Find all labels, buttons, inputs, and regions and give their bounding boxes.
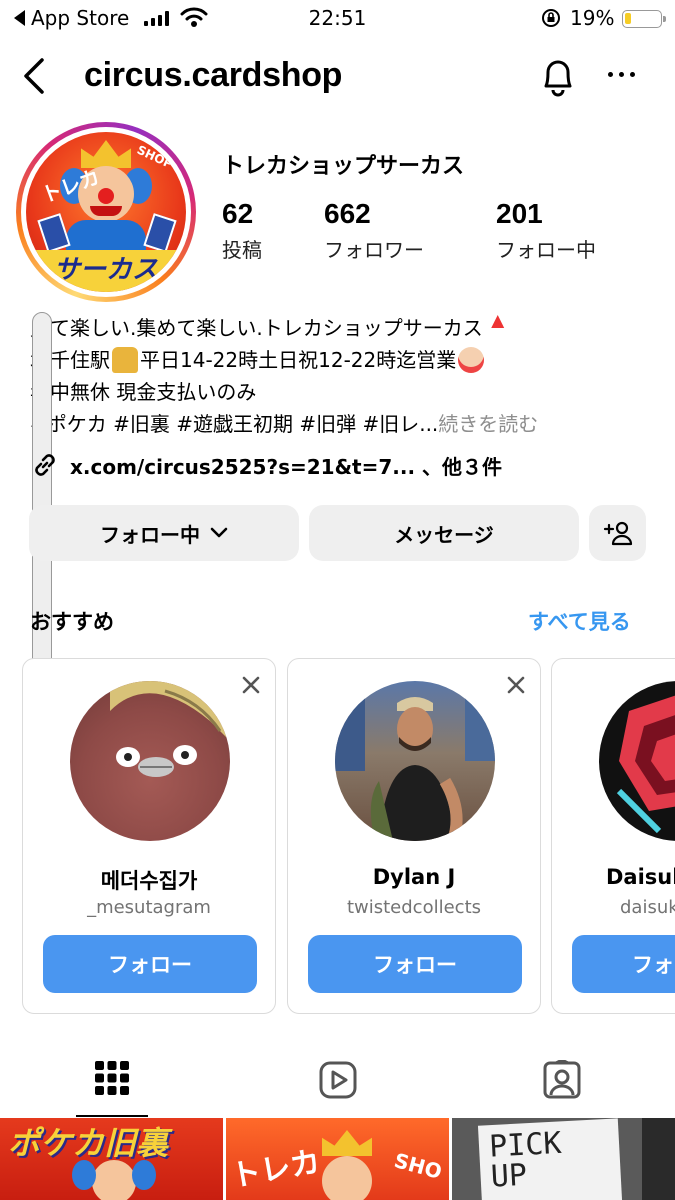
post-text: トレカ [228,1144,323,1195]
post-thumbnail[interactable]: ポケカ旧裏 [0,1118,223,1200]
bio-line-3: 年中無休 現金支払いのみ [30,380,257,404]
reels-icon[interactable] [318,1060,358,1100]
post-thumbnail[interactable]: トレカ SHO [226,1118,449,1200]
following-button[interactable]: フォロー中 [29,505,299,561]
more-icon[interactable] [608,72,635,77]
stat-value: 662 [324,198,371,229]
post-grid: ポケカ旧裏 トレカ SHO PICK UP [0,1118,675,1200]
display-name: トレカショップサーカス [222,154,465,179]
bio-line-4[interactable]: #ポケカ #旧裏 #遊戯王初期 #旧弾 #旧レ... [30,408,438,440]
stat-label: フォロワー [324,238,424,262]
close-icon[interactable] [241,675,261,695]
circus-tent-icon [484,315,511,341]
suggestion-handle: daisuk [620,897,675,918]
train-icon [112,347,138,373]
stat-following[interactable]: 201 フォロー中 [496,198,596,263]
bio: 見て楽しい.集めて楽しい.トレカショップサーカス 北千住駅 平日14-22時土日… [30,312,660,668]
close-icon[interactable] [506,675,526,695]
message-button[interactable]: メッセージ [309,505,579,561]
follow-button[interactable]: フォ [572,935,675,993]
battery-icon [622,10,666,28]
suggestion-avatar[interactable] [70,681,230,841]
follow-button[interactable]: フォロー [43,935,257,993]
suggestion-name: 메더수집가 [100,869,198,893]
grid-icon[interactable] [94,1060,130,1096]
battery-fill [625,13,631,24]
battery-percent: 19% [570,6,615,30]
suggestion-card[interactable]: 메더수집가 _mesutagram フォロー [22,658,276,1014]
suggestion-name: Dylan J [372,865,456,889]
rotation-lock-icon [542,9,560,27]
post-thumbnail[interactable]: PICK UP [452,1118,675,1200]
bio-line-1: 見て楽しい.集めて楽しい.トレカショップサーカス [30,316,483,340]
link-text: x.com/circus2525?s=21&t=7... 、他３件 [70,454,503,479]
suggestion-avatar[interactable] [599,681,675,841]
avatar-banner: サーカス [26,250,186,292]
suggestions-carousel[interactable]: 메더수집가 _mesutagram フォロー Dylan J twistedco… [0,658,675,1014]
back-chevron-icon[interactable] [20,56,50,96]
suggestion-card[interactable]: Daisuk daisuk フォ [551,658,675,1014]
stat-value: 62 [222,198,254,229]
avatar-image: トレカ SHOP サーカス [26,132,186,292]
profile-link[interactable]: x.com/circus2525?s=21&t=7... 、他３件 [30,450,502,480]
tagged-icon[interactable] [542,1060,582,1100]
follow-button[interactable]: フォロー [308,935,522,993]
suggestions-title: おすすめ [30,610,114,634]
message-label: メッセージ [394,522,494,547]
bell-icon[interactable] [538,54,578,98]
chevron-down-icon [210,527,228,538]
link-icon [35,454,55,476]
status-bar: App Store 22:51 19% [0,0,675,40]
clown-icon [458,347,485,373]
post-shop-text: SHO [391,1148,445,1184]
post-text: ポケカ旧裏 [8,1124,169,1162]
suggestion-handle: twistedcollects [346,897,482,918]
profile-tabs [0,1048,675,1118]
stat-posts[interactable]: 62 投稿 [222,198,262,263]
suggestion-handle: _mesutagram [87,897,211,918]
avatar-text-shop: SHOP [134,142,175,172]
profile-avatar[interactable]: トレカ SHOP サーカス [16,122,196,302]
suggest-people-button[interactable] [589,505,646,561]
following-label: フォロー中 [100,522,200,547]
stat-label: 投稿 [222,238,262,262]
add-person-icon [603,521,632,546]
read-more-link[interactable]: 続きを読む [438,408,538,440]
suggestion-name: Daisuk [606,865,675,889]
post-text: PICK UP [488,1125,563,1195]
stat-followers[interactable]: 662 フォロワー [324,198,424,263]
active-tab-indicator [76,1115,148,1117]
username-title: circus.cardshop [84,56,343,94]
see-all-link[interactable]: すべて見る [528,606,631,636]
stat-label: フォロー中 [496,238,596,262]
stat-value: 201 [496,198,543,229]
suggestion-card[interactable]: Dylan J twistedcollects フォロー [287,658,541,1014]
bio-line-2b: 平日14-22時土日祝12-22時迄営業 [140,348,457,372]
profile-header: circus.cardshop [0,44,675,108]
suggestion-avatar[interactable] [335,681,495,841]
